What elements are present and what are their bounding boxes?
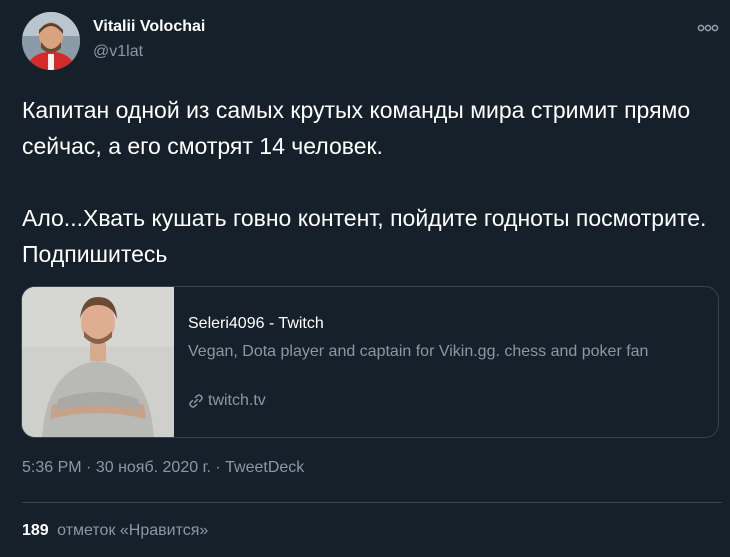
avatar-image bbox=[22, 12, 80, 70]
card-title: Seleri4096 - Twitch bbox=[188, 315, 324, 332]
meta-separator: · bbox=[215, 459, 221, 476]
tweet-paragraph: Капитан одной из самых крутых команды ми… bbox=[22, 97, 691, 159]
divider bbox=[22, 502, 722, 503]
card-domain-row: twitch.tv bbox=[188, 392, 266, 410]
more-horizontal-icon bbox=[697, 24, 719, 32]
tweet: Vitalii Volochai @v1lat Капитан одной из… bbox=[0, 0, 730, 557]
card-thumbnail-image bbox=[22, 287, 174, 437]
card-domain: twitch.tv bbox=[208, 392, 266, 409]
tweet-date[interactable]: 30 нояб. 2020 г. bbox=[96, 459, 211, 476]
likes-label: отметок «Нравится» bbox=[57, 522, 209, 539]
author-name[interactable]: Vitalii Volochai bbox=[93, 18, 205, 36]
likes-link[interactable]: 189 отметок «Нравится» bbox=[22, 522, 208, 540]
more-options-button[interactable] bbox=[694, 14, 722, 42]
author-handle[interactable]: @v1lat bbox=[93, 43, 143, 61]
card-thumbnail bbox=[22, 287, 174, 437]
tweet-source[interactable]: TweetDeck bbox=[225, 459, 304, 476]
tweet-time[interactable]: 5:36 PM bbox=[22, 459, 82, 476]
tweet-meta: 5:36 PM · 30 нояб. 2020 г. · TweetDeck bbox=[22, 459, 304, 477]
card-description: Vegan, Dota player and captain for Vikin… bbox=[188, 343, 649, 360]
author-avatar[interactable] bbox=[22, 12, 80, 70]
link-preview-card[interactable]: Seleri4096 - Twitch Vegan, Dota player a… bbox=[21, 286, 719, 438]
likes-count: 189 bbox=[22, 522, 49, 539]
tweet-text: Капитан одной из самых крутых команды ми… bbox=[22, 92, 712, 272]
link-icon bbox=[189, 394, 203, 408]
meta-separator: · bbox=[86, 459, 92, 476]
tweet-paragraph: Ало...Хвать кушать говно контент, пойдит… bbox=[22, 205, 707, 267]
